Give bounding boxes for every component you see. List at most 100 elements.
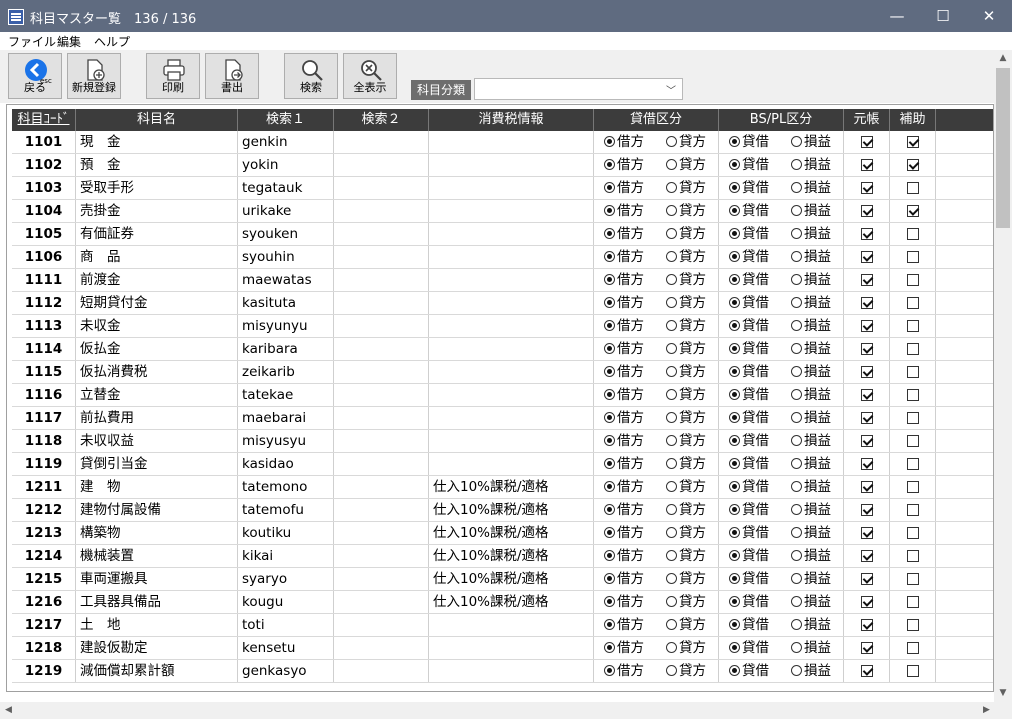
sub-cell[interactable]	[890, 568, 936, 590]
debit-credit-cell[interactable]: 借方 貸方	[594, 269, 719, 291]
pl-option[interactable]: 損益	[791, 361, 831, 383]
pl-option[interactable]: 損益	[791, 476, 831, 498]
bs-option[interactable]: 貸借	[729, 246, 769, 268]
debit-credit-cell[interactable]: 借方 貸方	[594, 476, 719, 498]
sub-checkbox[interactable]	[907, 274, 919, 286]
bs-option[interactable]: 貸借	[729, 453, 769, 475]
ledger-checkbox[interactable]	[861, 481, 873, 493]
sub-cell[interactable]	[890, 315, 936, 337]
pl-option[interactable]: 損益	[791, 614, 831, 636]
bs-option[interactable]: 貸借	[729, 522, 769, 544]
bs-option[interactable]: 貸借	[729, 430, 769, 452]
debit-radio[interactable]	[604, 504, 615, 515]
account-name[interactable]: 仮払消費税	[76, 361, 238, 383]
tax-info[interactable]	[429, 131, 594, 153]
account-name[interactable]: 立替金	[76, 384, 238, 406]
debit-option[interactable]: 借方	[604, 315, 644, 337]
table-row[interactable]: 1216 工具器具備品 kougu 仕入10%課税/適格 借方 貸方 貸借 損益	[12, 591, 993, 614]
account-name[interactable]: 工具器具備品	[76, 591, 238, 613]
search2[interactable]	[334, 177, 429, 199]
sub-checkbox[interactable]	[907, 205, 919, 217]
credit-option[interactable]: 貸方	[666, 637, 706, 659]
pl-radio[interactable]	[791, 527, 802, 538]
debit-radio[interactable]	[604, 205, 615, 216]
bspl-cell[interactable]: 貸借 損益	[719, 177, 844, 199]
pl-option[interactable]: 損益	[791, 154, 831, 176]
new-record-button[interactable]: 新規登録	[67, 53, 121, 99]
col-header-tax[interactable]: 消費税情報	[429, 109, 594, 131]
bspl-cell[interactable]: 貸借 損益	[719, 476, 844, 498]
tax-info[interactable]: 仕入10%課税/適格	[429, 499, 594, 521]
pl-radio[interactable]	[791, 366, 802, 377]
tax-info[interactable]	[429, 292, 594, 314]
pl-radio[interactable]	[791, 320, 802, 331]
sub-checkbox[interactable]	[907, 182, 919, 194]
sub-cell[interactable]	[890, 430, 936, 452]
pl-radio[interactable]	[791, 642, 802, 653]
sub-cell[interactable]	[890, 384, 936, 406]
bs-option[interactable]: 貸借	[729, 568, 769, 590]
debit-credit-cell[interactable]: 借方 貸方	[594, 177, 719, 199]
ledger-cell[interactable]	[844, 223, 890, 245]
bs-radio[interactable]	[729, 274, 740, 285]
credit-option[interactable]: 貸方	[666, 430, 706, 452]
table-row[interactable]: 1218 建設仮勘定 kensetu 借方 貸方 貸借 損益	[12, 637, 993, 660]
sub-checkbox[interactable]	[907, 435, 919, 447]
ledger-checkbox[interactable]	[861, 228, 873, 240]
ledger-checkbox[interactable]	[861, 159, 873, 171]
account-code[interactable]: 1212	[12, 499, 76, 521]
search1[interactable]: kougu	[238, 591, 334, 613]
bs-option[interactable]: 貸借	[729, 499, 769, 521]
debit-option[interactable]: 借方	[604, 338, 644, 360]
pl-option[interactable]: 損益	[791, 200, 831, 222]
account-code[interactable]: 1104	[12, 200, 76, 222]
account-code[interactable]: 1217	[12, 614, 76, 636]
debit-option[interactable]: 借方	[604, 246, 644, 268]
bs-option[interactable]: 貸借	[729, 338, 769, 360]
account-code[interactable]: 1211	[12, 476, 76, 498]
search2[interactable]	[334, 568, 429, 590]
ledger-cell[interactable]	[844, 361, 890, 383]
tax-info[interactable]	[429, 177, 594, 199]
bs-option[interactable]: 貸借	[729, 177, 769, 199]
search2[interactable]	[334, 660, 429, 682]
ledger-checkbox[interactable]	[861, 504, 873, 516]
bs-radio[interactable]	[729, 527, 740, 538]
pl-radio[interactable]	[791, 205, 802, 216]
debit-option[interactable]: 借方	[604, 637, 644, 659]
minimize-button[interactable]: —	[874, 0, 920, 32]
debit-radio[interactable]	[604, 642, 615, 653]
ledger-checkbox[interactable]	[861, 665, 873, 677]
table-row[interactable]: 1212 建物付属設備 tatemofu 仕入10%課税/適格 借方 貸方 貸借 損益	[12, 499, 993, 522]
debit-radio[interactable]	[604, 412, 615, 423]
ledger-checkbox[interactable]	[861, 642, 873, 654]
ledger-cell[interactable]	[844, 292, 890, 314]
pl-option[interactable]: 損益	[791, 338, 831, 360]
bs-radio[interactable]	[729, 366, 740, 377]
debit-credit-cell[interactable]: 借方 貸方	[594, 568, 719, 590]
sub-checkbox[interactable]	[907, 366, 919, 378]
credit-option[interactable]: 貸方	[666, 338, 706, 360]
table-row[interactable]: 1116 立替金 tatekae 借方 貸方 貸借 損益	[12, 384, 993, 407]
tax-info[interactable]	[429, 361, 594, 383]
pl-radio[interactable]	[791, 412, 802, 423]
sub-cell[interactable]	[890, 200, 936, 222]
table-row[interactable]: 1119 貸倒引当金 kasidao 借方 貸方 貸借 損益	[12, 453, 993, 476]
pl-radio[interactable]	[791, 228, 802, 239]
sub-checkbox[interactable]	[907, 550, 919, 562]
bs-radio[interactable]	[729, 412, 740, 423]
account-code[interactable]: 1213	[12, 522, 76, 544]
ledger-cell[interactable]	[844, 568, 890, 590]
col-header-code[interactable]: 科目ｺｰﾄﾞ	[12, 109, 76, 131]
bspl-cell[interactable]: 貸借 損益	[719, 292, 844, 314]
account-name[interactable]: 仮払金	[76, 338, 238, 360]
debit-radio[interactable]	[604, 527, 615, 538]
bs-option[interactable]: 貸借	[729, 545, 769, 567]
bspl-cell[interactable]: 貸借 損益	[719, 407, 844, 429]
back-button[interactable]: esc 戻る	[8, 53, 62, 99]
pl-radio[interactable]	[791, 481, 802, 492]
credit-radio[interactable]	[666, 481, 677, 492]
search1[interactable]: tatekae	[238, 384, 334, 406]
sub-cell[interactable]	[890, 614, 936, 636]
search1[interactable]: maewatas	[238, 269, 334, 291]
